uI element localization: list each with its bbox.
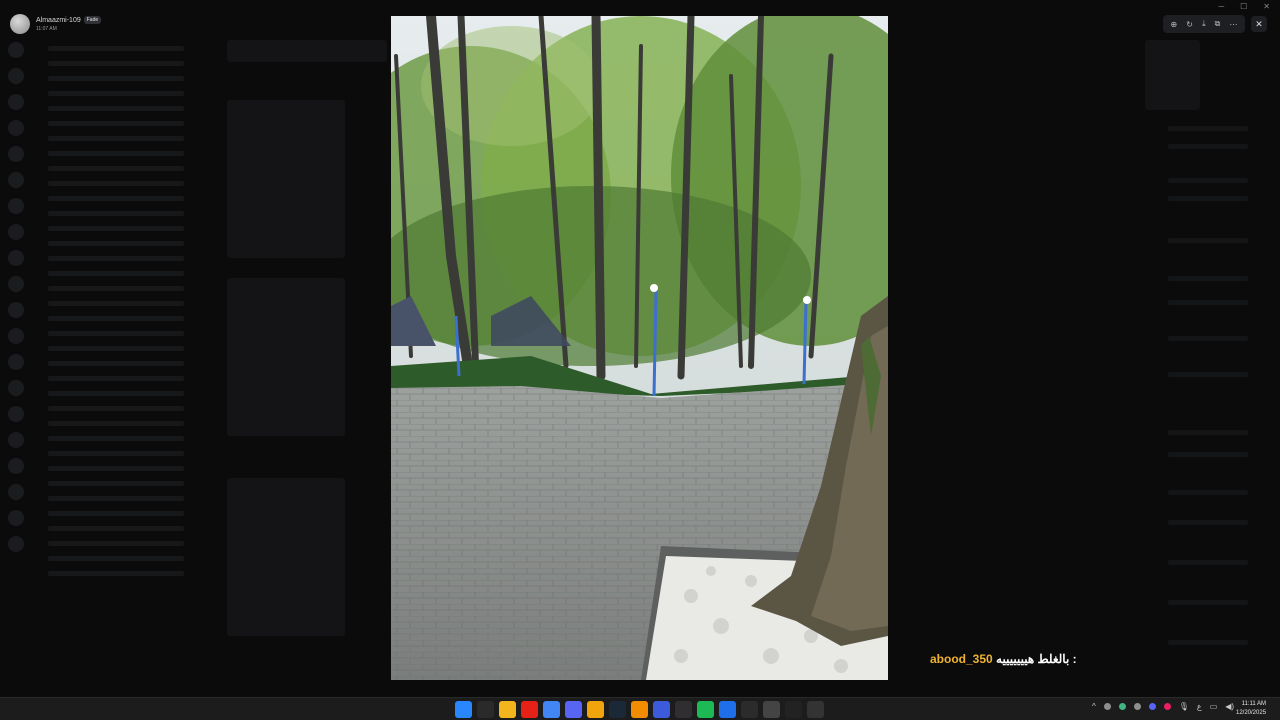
upload-time: 11:07 AM <box>36 26 57 32</box>
taskbar-apps <box>455 701 824 718</box>
language-indicator[interactable]: ع <box>1197 702 1202 711</box>
youtube-icon[interactable] <box>521 701 538 718</box>
caption-username: abood_350 <box>930 652 993 666</box>
vlc-icon[interactable] <box>631 701 648 718</box>
avatar <box>10 14 30 34</box>
clock[interactable]: 11:11 AM 12/20/2025 <box>1236 700 1266 718</box>
file-explorer-icon[interactable] <box>499 701 516 718</box>
tray-icon[interactable] <box>1133 703 1141 710</box>
rotate-icon[interactable]: ↻ <box>1186 20 1193 29</box>
image-viewer-toolbar: ⊕ ↻ ⤓ ⧉ ⋯ <box>1163 15 1245 33</box>
volume-icon[interactable]: ◀) <box>1225 702 1234 711</box>
image-caption: abood_350 بالغلط هيييييييه : <box>930 652 1077 666</box>
chat-input <box>227 40 387 62</box>
more-icon[interactable]: ⋯ <box>1229 20 1237 29</box>
close-icon: ✕ <box>1255 18 1263 29</box>
discord-canary-icon[interactable] <box>565 701 582 718</box>
app-dark-icon[interactable] <box>807 701 824 718</box>
server-tag: Fade <box>83 16 102 24</box>
uploader-info: Almaazmi-109 Fade 11:07 AM <box>10 14 102 34</box>
terminal-icon[interactable] <box>741 701 758 718</box>
steam-icon[interactable] <box>609 701 626 718</box>
microphone-icon[interactable]: 🎙 <box>1179 702 1189 711</box>
start-icon[interactable] <box>455 701 472 718</box>
minimize-button[interactable]: ─ <box>1218 2 1224 11</box>
channel-list <box>34 36 194 636</box>
tray-icon[interactable] <box>1103 703 1111 710</box>
capcut-icon[interactable] <box>785 701 802 718</box>
obs-icon[interactable] <box>675 701 692 718</box>
close-viewer-button[interactable]: ✕ <box>1251 16 1267 32</box>
window-close-button[interactable]: ✕ <box>1263 2 1270 11</box>
uploader-name: Almaazmi-109 <box>36 16 81 24</box>
download-icon[interactable]: ⤓ <box>1202 19 1206 29</box>
chevron-up-icon[interactable]: ^ <box>1092 702 1096 711</box>
window-controls: ─ ☐ ✕ <box>1218 2 1270 11</box>
chrome-icon[interactable] <box>543 701 560 718</box>
maximize-button[interactable]: ☐ <box>1240 2 1247 11</box>
chrome-canary-icon[interactable] <box>587 701 604 718</box>
tray-icon[interactable] <box>1163 703 1171 710</box>
clock-date: 12/20/2025 <box>1236 710 1267 716</box>
app-notify-icon[interactable] <box>763 701 780 718</box>
search-icon[interactable] <box>477 701 494 718</box>
spotify-icon[interactable] <box>697 701 714 718</box>
chat-image-attachment <box>227 478 345 636</box>
tray-icon[interactable] <box>1118 703 1126 710</box>
zoom-in-icon[interactable]: ⊕ <box>1171 20 1178 29</box>
caption-text: بالغلط هيييييييه : <box>996 652 1077 666</box>
server-rail <box>0 36 32 636</box>
network-icon[interactable]: ▭ <box>1210 702 1218 711</box>
viewed-photo <box>391 16 888 680</box>
open-in-browser-icon[interactable]: ⧉ <box>1215 19 1221 29</box>
member-panel-card <box>1145 40 1200 110</box>
clock-time: 11:11 AM <box>1241 701 1267 707</box>
chat-image-attachment <box>227 100 345 258</box>
system-tray: ^ 🎙 ع ▭ ◀) <box>1092 702 1234 711</box>
discord-icon[interactable] <box>1148 703 1156 710</box>
app-blue-icon[interactable] <box>653 701 670 718</box>
chat-image-attachment <box>227 278 345 436</box>
app-edit-icon[interactable] <box>719 701 736 718</box>
taskbar: ^ 🎙 ع ▭ ◀) 11:11 AM 12/20/2025 <box>0 697 1280 720</box>
